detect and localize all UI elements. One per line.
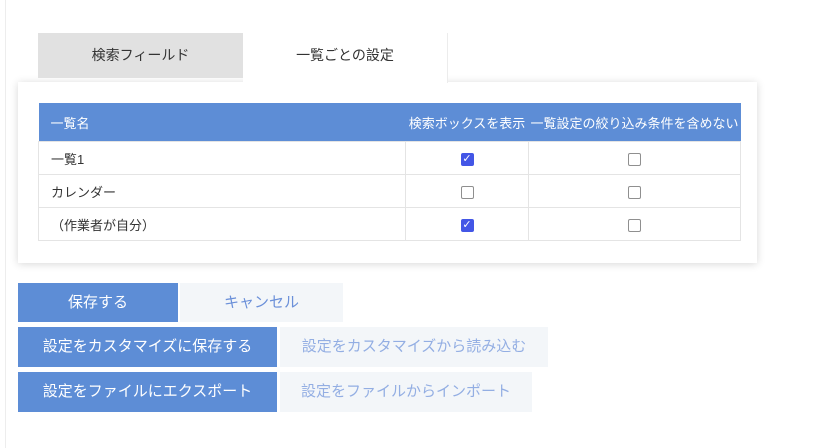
show-search-box-cell xyxy=(405,207,529,241)
per-list-settings-panel: 一覧名 検索ボックスを表示 一覧設定の絞り込み条件を含めない 一覧1 カレンダー xyxy=(18,82,757,263)
list-name-cell: 一覧1 xyxy=(38,141,406,175)
settings-table: 一覧名 検索ボックスを表示 一覧設定の絞り込み条件を含めない 一覧1 カレンダー xyxy=(38,103,741,241)
export-to-file-button[interactable]: 設定をファイルにエクスポート xyxy=(18,372,277,412)
customize-row: 設定をカスタマイズに保存する 設定をカスタマイズから読み込む xyxy=(18,327,548,367)
tab-bar: 検索フィールド 一覧ごとの設定 xyxy=(38,33,448,83)
list-name-cell: カレンダー xyxy=(38,174,406,208)
table-row: （作業者が自分） xyxy=(38,207,741,241)
action-buttons: 保存する キャンセル 設定をカスタマイズに保存する 設定をカスタマイズから読み込… xyxy=(18,283,548,417)
load-from-customize-button[interactable]: 設定をカスタマイズから読み込む xyxy=(280,327,548,367)
list-name-cell: （作業者が自分） xyxy=(38,207,406,241)
save-button[interactable]: 保存する xyxy=(18,283,178,322)
cancel-button[interactable]: キャンセル xyxy=(180,283,343,322)
tab-search-field[interactable]: 検索フィールド xyxy=(38,33,243,78)
tab-per-list-settings[interactable]: 一覧ごとの設定 xyxy=(243,33,448,83)
exclude-filter-checkbox[interactable] xyxy=(628,152,641,166)
exclude-filter-checkbox[interactable] xyxy=(628,218,641,232)
exclude-filter-cell xyxy=(528,207,741,241)
table-header-row: 一覧名 検索ボックスを表示 一覧設定の絞り込み条件を含めない xyxy=(38,103,741,142)
table-row: カレンダー xyxy=(38,174,741,208)
header-cell-show-search-box: 検索ボックスを表示 xyxy=(405,103,529,142)
exclude-filter-cell xyxy=(528,174,741,208)
show-search-box-cell xyxy=(405,174,529,208)
show-search-box-checkbox[interactable] xyxy=(460,152,474,166)
table-row: 一覧1 xyxy=(38,141,741,175)
header-cell-list-name: 一覧名 xyxy=(38,103,406,142)
save-to-customize-button[interactable]: 設定をカスタマイズに保存する xyxy=(18,327,277,367)
window-edge-line xyxy=(5,0,6,448)
header-cell-exclude-filter: 一覧設定の絞り込み条件を含めない xyxy=(528,103,741,142)
file-row: 設定をファイルにエクスポート 設定をファイルからインポート xyxy=(18,372,548,412)
show-search-box-checkbox[interactable] xyxy=(460,185,474,199)
import-from-file-button[interactable]: 設定をファイルからインポート xyxy=(280,372,532,412)
show-search-box-cell xyxy=(405,141,529,175)
save-cancel-row: 保存する キャンセル xyxy=(18,283,548,322)
show-search-box-checkbox[interactable] xyxy=(460,218,474,232)
exclude-filter-checkbox[interactable] xyxy=(628,185,641,199)
exclude-filter-cell xyxy=(528,141,741,175)
